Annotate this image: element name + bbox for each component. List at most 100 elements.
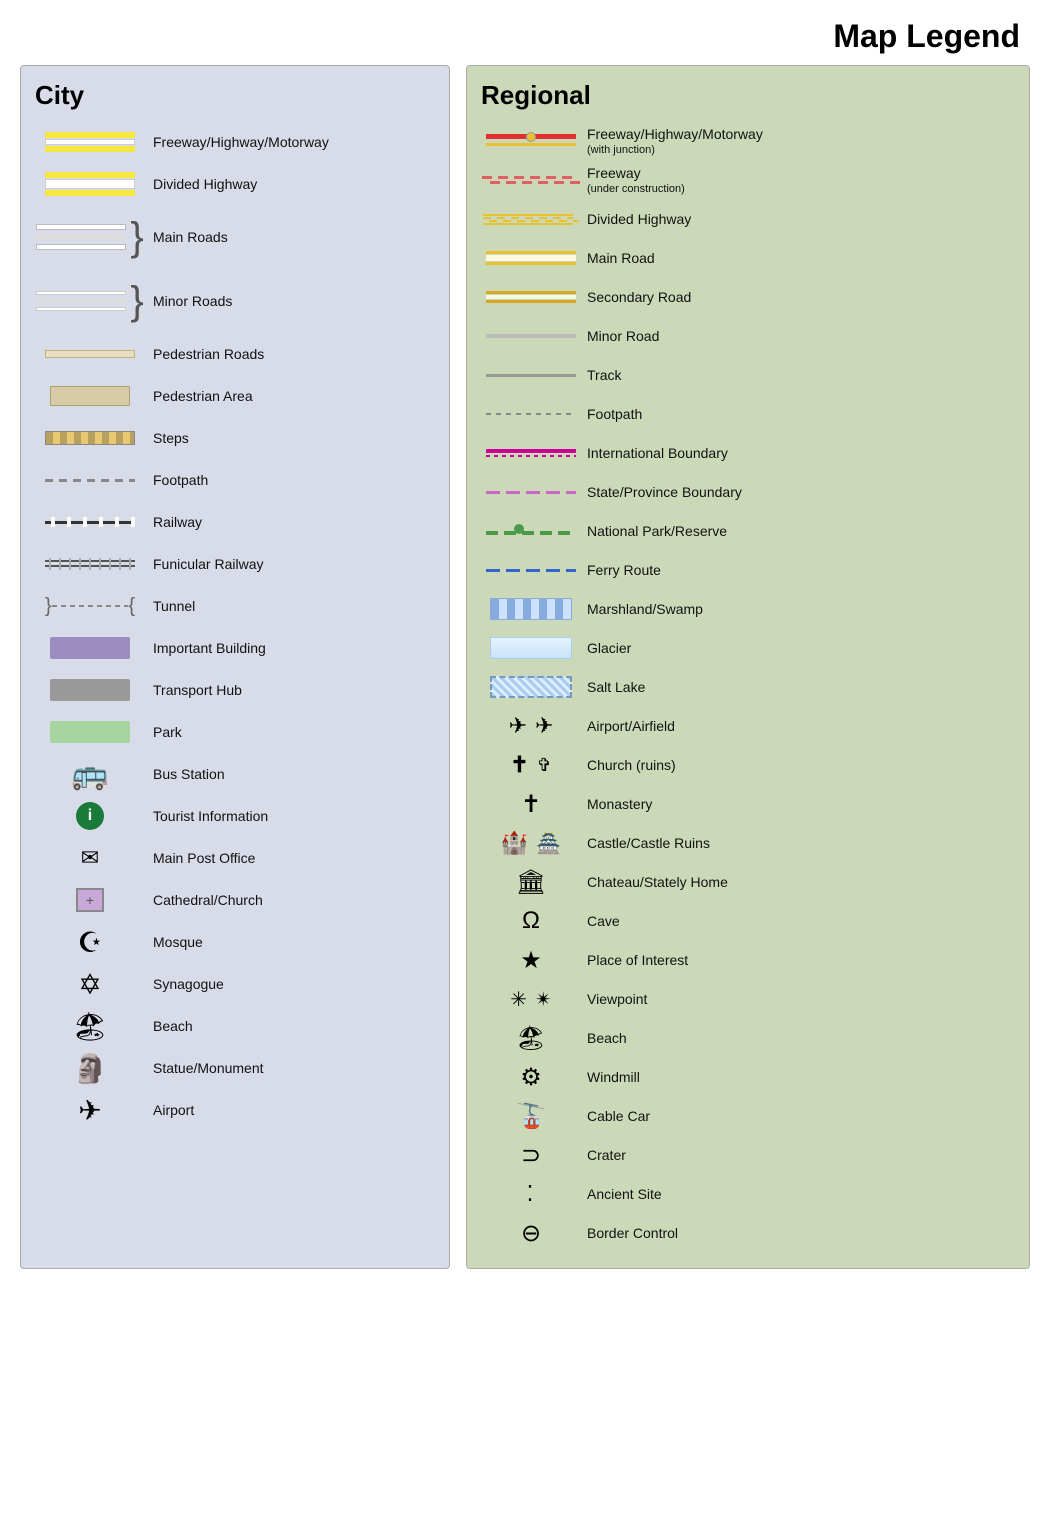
windmill-icon: ⚙ [481, 1063, 581, 1092]
ferry-route-symbol [481, 569, 581, 572]
list-item: Marshland/Swamp [481, 591, 1013, 627]
cave-symbol: Ω [481, 907, 581, 935]
bus-station-label: Bus Station [145, 765, 225, 783]
regional-column: Regional Freeway/Highway/Motorway (with … [466, 65, 1030, 1269]
glacier-label: Glacier [581, 639, 631, 657]
info-icon: i [76, 802, 104, 830]
tourist-info-label: Tourist Information [145, 807, 268, 825]
natl-park-symbol [481, 522, 581, 540]
cable-car-symbol: 🚡 [481, 1102, 581, 1131]
list-item: Railway [35, 503, 433, 541]
castle-label: Castle/Castle Ruins [581, 834, 710, 852]
city-heading: City [35, 80, 433, 111]
cable-car-icon: 🚡 [481, 1102, 581, 1131]
ancient-site-label: Ancient Site [581, 1185, 662, 1203]
viewpoint-label: Viewpoint [581, 990, 647, 1008]
beach-reg-icon: 🏖 [481, 1024, 581, 1053]
cave-label: Cave [581, 912, 620, 930]
list-item: Minor Road [481, 318, 1013, 354]
beach-reg-label: Beach [581, 1029, 627, 1047]
beach-city-symbol: 🏖 [35, 1010, 145, 1043]
main-post-symbol: ✉ [35, 845, 145, 871]
pedestrian-area-symbol [35, 386, 145, 406]
monastery-symbol: ✝ [481, 790, 581, 819]
list-item: 🏖 Beach [481, 1020, 1013, 1056]
list-item: Main Road [481, 240, 1013, 276]
list-item: 🚌 Bus Station [35, 755, 433, 793]
list-item: ★ Place of Interest [481, 942, 1013, 978]
list-item: Footpath [35, 461, 433, 499]
pedestrian-roads-symbol [35, 350, 145, 358]
airport-reg-label: Airport/Airfield [581, 717, 675, 735]
list-item: ✈ Airport [35, 1091, 433, 1129]
list-item: Footpath [481, 396, 1013, 432]
monastery-label: Monastery [581, 795, 652, 813]
list-item: Secondary Road [481, 279, 1013, 315]
list-item: ⊃ Crater [481, 1137, 1013, 1173]
chateau-symbol: 🏛 [481, 868, 581, 897]
list-item: Steps [35, 419, 433, 457]
synagogue-label: Synagogue [145, 975, 224, 993]
intl-boundary-symbol [481, 449, 581, 457]
list-item: Salt Lake [481, 669, 1013, 705]
statue-icon: 🗿 [73, 1052, 108, 1085]
mail-icon: ✉ [81, 845, 99, 871]
crescent-icon: ☪ [77, 926, 102, 959]
list-item: ⊖ Border Control [481, 1215, 1013, 1251]
list-item: International Boundary [481, 435, 1013, 471]
freeway-reg-symbol [481, 132, 581, 150]
cathedral-label: Cathedral/Church [145, 891, 263, 909]
regional-heading: Regional [481, 80, 1013, 111]
list-item: ✉ Main Post Office [35, 839, 433, 877]
list-item: 🏖 Beach [35, 1007, 433, 1045]
beach-icon: 🏖 [72, 1010, 108, 1043]
church-reg-label: Church (ruins) [581, 756, 676, 774]
footpath-city-symbol [35, 479, 145, 482]
viewpoint-icon-1: ✳ [510, 987, 527, 1012]
list-item: } Minor Roads [35, 271, 433, 331]
airport-city-label: Airport [145, 1101, 194, 1119]
list-item: ⚙ Windmill [481, 1059, 1013, 1095]
viewpoint-icon-2: ✴ [535, 987, 552, 1012]
castle-icon: 🏰 [501, 830, 528, 856]
place-interest-label: Place of Interest [581, 951, 688, 969]
airplane-icons: ✈ ✈ [481, 713, 581, 739]
star-of-david-icon: ✡ [78, 968, 101, 1001]
steps-label: Steps [145, 429, 189, 447]
steps-symbol [35, 431, 145, 445]
track-symbol [481, 374, 581, 377]
list-item: Pedestrian Area [35, 377, 433, 415]
beach-reg-symbol: 🏖 [481, 1024, 581, 1053]
airport-city-symbol: ✈ [35, 1094, 145, 1127]
list-item: 🏰 🏯 Castle/Castle Ruins [481, 825, 1013, 861]
castle-icons: 🏰 🏯 [481, 830, 581, 856]
ancient-site-icon: ⁚ [527, 1181, 536, 1207]
natl-park-label: National Park/Reserve [581, 522, 727, 540]
minor-roads-label: Minor Roads [145, 292, 232, 310]
intl-boundary-label: International Boundary [581, 444, 728, 462]
divided-reg-label: Divided Highway [581, 210, 691, 228]
mosque-label: Mosque [145, 933, 203, 951]
secondary-road-symbol [481, 291, 581, 303]
list-item: Divided Highway [35, 165, 433, 203]
star-icon: ★ [481, 946, 581, 975]
list-item: Pedestrian Roads [35, 335, 433, 373]
state-boundary-label: State/Province Boundary [581, 483, 742, 501]
mosque-symbol: ☪ [35, 926, 145, 959]
list-item: Park [35, 713, 433, 751]
bus-icon: 🚌 [71, 757, 108, 792]
funicular-label: Funicular Railway [145, 555, 263, 573]
transport-hub-label: Transport Hub [145, 681, 242, 699]
ancient-dots: ⁚ [481, 1181, 581, 1207]
freeway-construction-label: Freeway (under construction) [581, 164, 685, 196]
list-item: ☪ Mosque [35, 923, 433, 961]
airplane-icon: ✈ [509, 713, 527, 739]
list-item: ✝ ✞ Church (ruins) [481, 747, 1013, 783]
salt-lake-label: Salt Lake [581, 678, 645, 696]
freeway-city-label: Freeway/Highway/Motorway [145, 133, 329, 151]
state-boundary-symbol [481, 491, 581, 494]
bus-station-symbol: 🚌 [35, 757, 145, 792]
list-item: 🚡 Cable Car [481, 1098, 1013, 1134]
cathedral-symbol: + [35, 888, 145, 912]
transport-hub-symbol [35, 679, 145, 701]
